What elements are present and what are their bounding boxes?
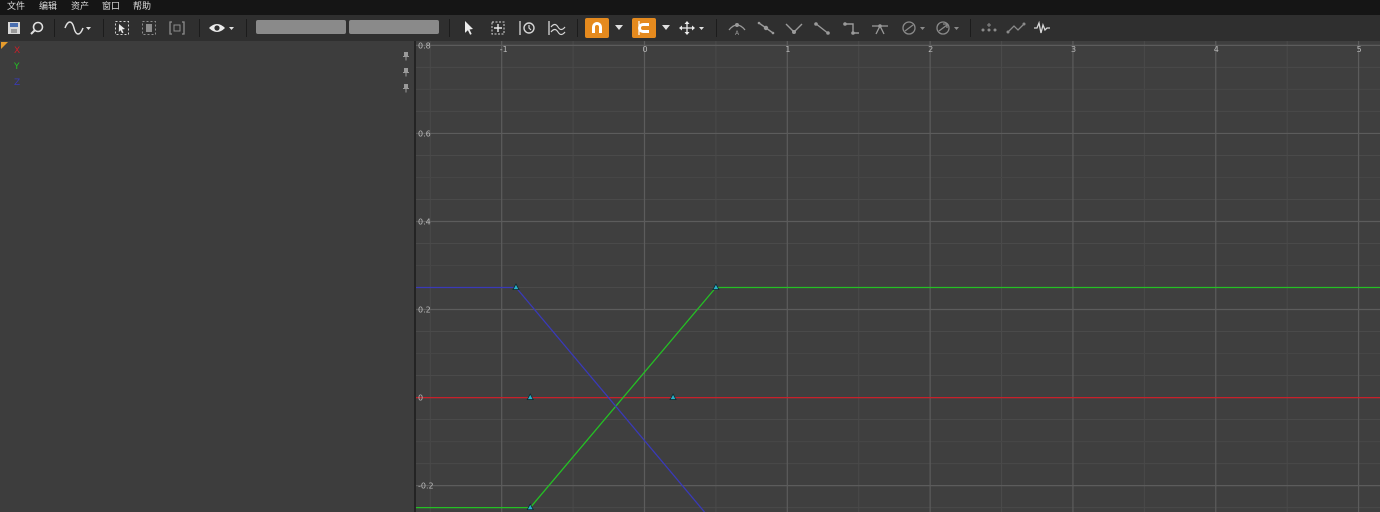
snap-time-icon[interactable] — [632, 18, 656, 38]
pin-icon[interactable] — [402, 46, 410, 61]
value-field-1[interactable] — [256, 20, 346, 34]
y-tick-label: 0.6 — [418, 129, 431, 138]
menu-edit[interactable]: 编辑 — [39, 0, 57, 15]
x-tick-label: 5 — [1357, 45, 1362, 54]
key-x[interactable] — [526, 393, 534, 400]
time-icon[interactable] — [516, 18, 538, 38]
y-tick-label: 0.4 — [418, 217, 431, 226]
bake-icon[interactable] — [978, 18, 1000, 38]
toolbar: A — [0, 15, 1380, 42]
y-tick-label: 0 — [418, 394, 423, 403]
transform-icon[interactable] — [676, 18, 706, 38]
panel-corner-marker — [1, 42, 8, 49]
key-x[interactable] — [669, 393, 677, 400]
visibility-icon[interactable] — [206, 18, 236, 38]
browse-icon[interactable] — [28, 18, 46, 38]
flatten-icon[interactable] — [869, 18, 891, 38]
tangent-auto-icon[interactable]: A — [726, 18, 748, 38]
curve-label-x[interactable]: X — [14, 46, 20, 56]
zoom-fit-icon[interactable] — [488, 18, 508, 38]
snap-time-dropdown[interactable] — [659, 18, 673, 38]
snap-value-icon[interactable] — [585, 18, 609, 38]
reduce-icon[interactable] — [1005, 18, 1027, 38]
menu-help[interactable]: 帮助 — [133, 0, 151, 15]
pin-icon[interactable] — [402, 62, 410, 77]
tangent-user-icon[interactable] — [755, 18, 777, 38]
value-field-2[interactable] — [349, 20, 439, 34]
x-tick-label: 3 — [1071, 45, 1076, 54]
frame-icon[interactable] — [166, 18, 188, 38]
key-y[interactable] — [712, 283, 720, 290]
save-icon[interactable] — [6, 18, 22, 38]
tangent-linear-icon[interactable] — [811, 18, 833, 38]
curve-label-y[interactable]: Y — [14, 62, 20, 72]
menu-bar: 文件 编辑 资产 窗口 帮助 — [0, 0, 1380, 15]
normalize-icon[interactable] — [545, 18, 567, 38]
x-tick-label: 2 — [928, 45, 933, 54]
x-tick-label: 4 — [1214, 45, 1219, 54]
x-tick-label: 0 — [643, 45, 648, 54]
key-z[interactable] — [512, 283, 520, 290]
pointer-icon[interactable] — [460, 18, 478, 38]
tangent-break-icon[interactable] — [783, 18, 805, 38]
menu-window[interactable]: 窗口 — [102, 0, 120, 15]
curve-graph-canvas[interactable]: -1 0 1 2 3 4 5 0.8 0.6 0.4 0.2 0 -0.2 — [416, 41, 1380, 512]
x-tick-label: 1 — [785, 45, 790, 54]
snap-value-dropdown[interactable] — [612, 18, 626, 38]
svg-text:A: A — [735, 30, 740, 36]
curve-list-panel: X Y Z — [0, 41, 414, 512]
x-tick-label: -1 — [500, 45, 508, 54]
key-icon[interactable] — [139, 18, 159, 38]
post-infinity-icon[interactable] — [932, 18, 962, 38]
menu-asset[interactable]: 资产 — [71, 0, 89, 15]
filter-icon[interactable] — [1031, 18, 1053, 38]
y-tick-label: 0.2 — [418, 306, 431, 315]
pin-icon[interactable] — [402, 78, 410, 93]
pre-infinity-icon[interactable] — [898, 18, 928, 38]
tangent-constant-icon[interactable] — [840, 18, 862, 38]
menu-file[interactable]: 文件 — [7, 0, 25, 15]
curve-z — [416, 286, 705, 512]
curve-graph[interactable]: -1 0 1 2 3 4 5 0.8 0.6 0.4 0.2 0 -0.2 — [416, 41, 1380, 512]
y-tick-label: -0.2 — [418, 482, 434, 491]
curve-label-z[interactable]: Z — [14, 78, 20, 88]
y-tick-label: 0.8 — [418, 41, 431, 50]
select-icon[interactable] — [112, 18, 132, 38]
curve-mode-icon[interactable] — [62, 18, 92, 38]
